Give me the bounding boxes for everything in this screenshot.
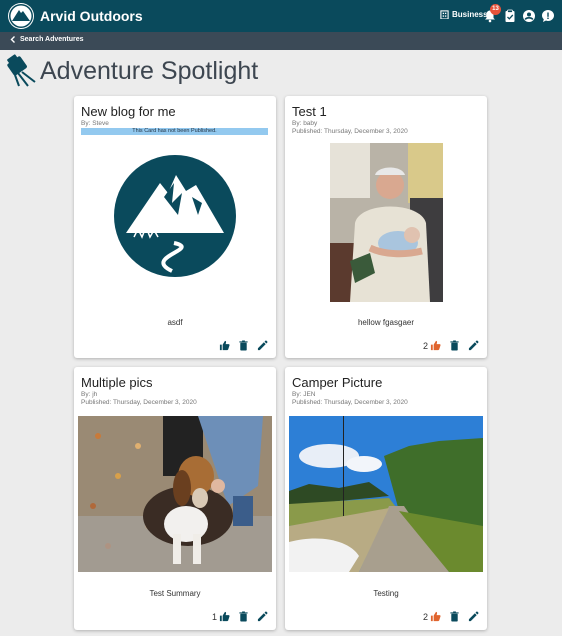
card-actions xyxy=(217,340,268,351)
page-title: Adventure Spotlight xyxy=(40,57,259,85)
card-author: By: Steve xyxy=(81,120,109,127)
card-summary: Test Summary xyxy=(149,589,201,598)
card-title[interactable]: Camper Picture xyxy=(292,375,382,390)
app-logo-icon[interactable] xyxy=(8,3,34,29)
card-photo xyxy=(78,416,272,572)
delete-icon[interactable] xyxy=(238,611,249,622)
unpublished-notice: This Card has not been Published. xyxy=(81,128,268,135)
like-control[interactable] xyxy=(217,340,230,351)
card-summary: Testing xyxy=(373,589,399,598)
adventure-card[interactable]: Multiple pics By: jh Published: Thursday… xyxy=(74,367,276,630)
thumbs-up-icon[interactable] xyxy=(430,340,441,351)
edit-icon[interactable] xyxy=(468,611,479,622)
card-published-date: Published: Thursday, December 3, 2020 xyxy=(81,399,197,406)
account-icon[interactable] xyxy=(522,9,536,23)
card-title[interactable]: Test 1 xyxy=(292,104,327,119)
like-count: 1 xyxy=(211,611,217,622)
card-summary: asdf xyxy=(167,318,183,327)
card-actions: 2 xyxy=(423,340,479,351)
card-title[interactable]: New blog for me xyxy=(81,104,176,119)
thumbs-up-icon[interactable] xyxy=(430,611,441,622)
like-control[interactable]: 2 xyxy=(423,340,441,351)
thumbs-up-icon[interactable] xyxy=(219,611,230,622)
app-bar: Arvid Outdoors Business 13 xyxy=(0,0,562,32)
brand-logo-image xyxy=(114,155,236,277)
sub-nav-bar: Search Adventures xyxy=(0,32,562,50)
like-control[interactable]: 1 xyxy=(212,611,230,622)
card-published-date: Published: Thursday, December 3, 2020 xyxy=(292,128,408,135)
business-button[interactable]: Business xyxy=(440,10,488,19)
card-author: By: baby xyxy=(292,120,318,127)
card-author: By: jh xyxy=(81,391,98,398)
card-published-date: Published: Thursday, December 3, 2020 xyxy=(292,399,408,406)
card-title[interactable]: Multiple pics xyxy=(81,375,153,390)
card-actions: 2 xyxy=(423,611,479,622)
delete-icon[interactable] xyxy=(449,340,460,351)
delete-icon[interactable] xyxy=(449,611,460,622)
back-label: Search Adventures xyxy=(20,36,84,43)
like-control[interactable]: 2 xyxy=(423,611,441,622)
delete-icon[interactable] xyxy=(238,340,249,351)
app-title[interactable]: Arvid Outdoors xyxy=(40,8,143,24)
chevron-left-icon xyxy=(10,36,15,43)
card-actions: 1 xyxy=(212,611,268,622)
card-author: By: JEN xyxy=(292,391,316,398)
edit-icon[interactable] xyxy=(257,340,268,351)
adventure-card[interactable]: Camper Picture By: JEN Published: Thursd… xyxy=(285,367,487,630)
adventure-card[interactable]: Test 1 By: baby Published: Thursday, Dec… xyxy=(285,96,487,358)
edit-icon[interactable] xyxy=(257,611,268,622)
adventure-card[interactable]: New blog for me By: Steve This Card has … xyxy=(74,96,276,358)
card-photo xyxy=(289,416,483,572)
card-summary: hellow fgasgaer xyxy=(357,318,415,327)
lantern-logo-icon xyxy=(7,54,36,87)
clipboard-icon[interactable] xyxy=(503,9,517,23)
notification-badge: 13 xyxy=(490,4,501,15)
edit-icon[interactable] xyxy=(468,340,479,351)
like-count: 2 xyxy=(422,340,428,351)
building-icon xyxy=(440,10,449,19)
back-to-search-link[interactable]: Search Adventures xyxy=(10,36,84,43)
feedback-icon[interactable] xyxy=(541,9,555,23)
like-count: 2 xyxy=(422,611,428,622)
card-photo xyxy=(330,143,443,302)
thumbs-up-icon[interactable] xyxy=(219,340,230,351)
